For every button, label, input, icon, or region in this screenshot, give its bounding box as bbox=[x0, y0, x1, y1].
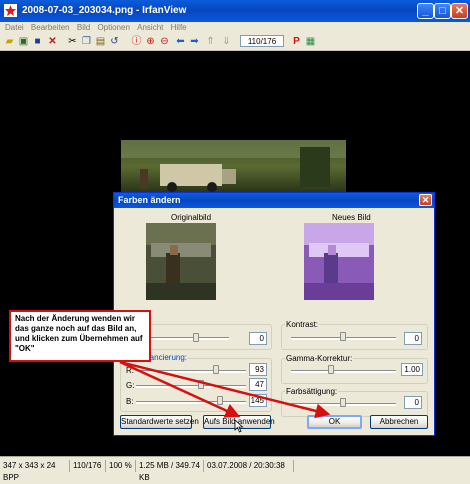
b-slider-thumb[interactable] bbox=[217, 396, 223, 405]
status-index: 110/176 bbox=[70, 460, 106, 472]
menu-ansicht[interactable]: Ansicht bbox=[137, 22, 163, 33]
b-value[interactable]: 145 bbox=[249, 394, 267, 407]
status-size: 1.25 MB / 349.74 KB bbox=[136, 460, 204, 482]
menu-bearbeiten[interactable]: Bearbeiten bbox=[31, 22, 70, 33]
brightness-slider-thumb[interactable] bbox=[193, 333, 199, 342]
original-image-caption: Originalbild bbox=[171, 213, 212, 222]
contrast-slider-thumb[interactable] bbox=[340, 332, 346, 341]
copy-icon[interactable]: ❐ bbox=[80, 35, 93, 48]
first-icon[interactable]: ⇑ bbox=[204, 35, 217, 48]
set-defaults-button[interactable]: Standardwerte setzen bbox=[120, 415, 199, 429]
irfanview-app-icon bbox=[4, 4, 17, 17]
original-image-preview bbox=[146, 223, 216, 300]
g-slider-track[interactable] bbox=[136, 385, 246, 388]
paint-icon[interactable]: ▦ bbox=[304, 35, 317, 48]
status-datetime: 03.07.2008 / 20:30:38 bbox=[204, 460, 294, 472]
mouse-cursor-icon bbox=[234, 419, 244, 433]
b-slider-track[interactable] bbox=[136, 401, 246, 404]
gamma-slider-track[interactable] bbox=[291, 370, 396, 373]
window-title: 2008-07-03_203034.png - IrfanView bbox=[22, 5, 187, 16]
slideshow-icon[interactable]: ▣ bbox=[17, 35, 30, 48]
last-icon[interactable]: ⇓ bbox=[220, 35, 233, 48]
minimize-button[interactable]: _ bbox=[417, 3, 434, 19]
close-button[interactable]: ✕ bbox=[451, 3, 468, 19]
contrast-value[interactable]: 0 bbox=[404, 332, 422, 345]
menu-bild[interactable]: Bild bbox=[77, 22, 90, 33]
r-slider-thumb[interactable] bbox=[213, 365, 219, 374]
next-icon[interactable]: ➡ bbox=[188, 35, 201, 48]
gamma-label: Gamma-Korrektur: bbox=[285, 354, 354, 363]
title-bar: 2008-07-03_203034.png - IrfanView _ □ ✕ bbox=[0, 0, 470, 22]
zoom-out-icon[interactable]: ⊖ bbox=[158, 35, 171, 48]
dialog-close-button[interactable]: ✕ bbox=[419, 194, 432, 206]
menu-datei[interactable]: Datei bbox=[5, 22, 24, 33]
color-change-dialog: Farben ändern ✕ Originalbild Neues Bild … bbox=[113, 192, 435, 436]
cut-icon[interactable]: ✂ bbox=[66, 35, 79, 48]
g-value[interactable]: 47 bbox=[249, 378, 267, 391]
brightness-value[interactable]: 0 bbox=[249, 332, 267, 345]
cancel-button[interactable]: Abbrechen bbox=[370, 415, 428, 429]
menu-hilfe[interactable]: Hilfe bbox=[171, 22, 187, 33]
ok-button[interactable]: OK bbox=[307, 415, 362, 429]
contrast-label: Kontrast: bbox=[285, 320, 320, 329]
annotation-callout: Nach der Änderung wenden wir das ganze n… bbox=[9, 310, 151, 362]
previous-icon[interactable]: ⬅ bbox=[174, 35, 187, 48]
gamma-slider-thumb[interactable] bbox=[328, 365, 334, 374]
r-value[interactable]: 93 bbox=[249, 363, 267, 376]
saturation-value[interactable]: 0 bbox=[404, 396, 422, 409]
info-icon[interactable]: ⓘ bbox=[130, 35, 143, 48]
page-indicator: 110/176 bbox=[240, 35, 284, 47]
r-label: R: bbox=[126, 366, 134, 375]
maximize-button[interactable]: □ bbox=[434, 3, 451, 19]
paste-icon[interactable]: ▤ bbox=[94, 35, 107, 48]
delete-icon[interactable]: ✕ bbox=[46, 35, 59, 48]
undo-icon[interactable]: ↺ bbox=[108, 35, 121, 48]
r-slider-track[interactable] bbox=[136, 370, 246, 373]
new-image-preview bbox=[304, 223, 374, 300]
saturation-label: Farbsättigung: bbox=[285, 387, 339, 396]
save-icon[interactable]: ■ bbox=[31, 35, 44, 48]
status-zoom: 100 % bbox=[106, 460, 136, 472]
print-icon[interactable]: P bbox=[290, 35, 303, 48]
status-bar: 347 x 343 x 24 BPP 110/176 100 % 1.25 MB… bbox=[0, 456, 470, 482]
menu-bar: Datei Bearbeiten Bild Optionen Ansicht H… bbox=[0, 22, 470, 33]
zoom-in-icon[interactable]: ⊕ bbox=[144, 35, 157, 48]
dialog-title: Farben ändern bbox=[118, 195, 181, 205]
dialog-title-bar: Farben ändern ✕ bbox=[114, 193, 434, 208]
toolbar: ▰ ▣ ■ ✕ ✂ ❐ ▤ ↺ ⓘ ⊕ ⊖ ⬅ ➡ ⇑ ⇓ 110/176 P … bbox=[0, 33, 470, 51]
status-dimensions: 347 x 343 x 24 BPP bbox=[0, 460, 70, 482]
g-slider-thumb[interactable] bbox=[198, 380, 204, 389]
g-label: G: bbox=[126, 381, 135, 390]
saturation-slider-thumb[interactable] bbox=[340, 398, 346, 407]
menu-optionen[interactable]: Optionen bbox=[97, 22, 129, 33]
gamma-value[interactable]: 1.00 bbox=[401, 363, 423, 376]
open-icon[interactable]: ▰ bbox=[3, 35, 16, 48]
b-label: B: bbox=[126, 397, 134, 406]
new-image-caption: Neues Bild bbox=[332, 213, 371, 222]
